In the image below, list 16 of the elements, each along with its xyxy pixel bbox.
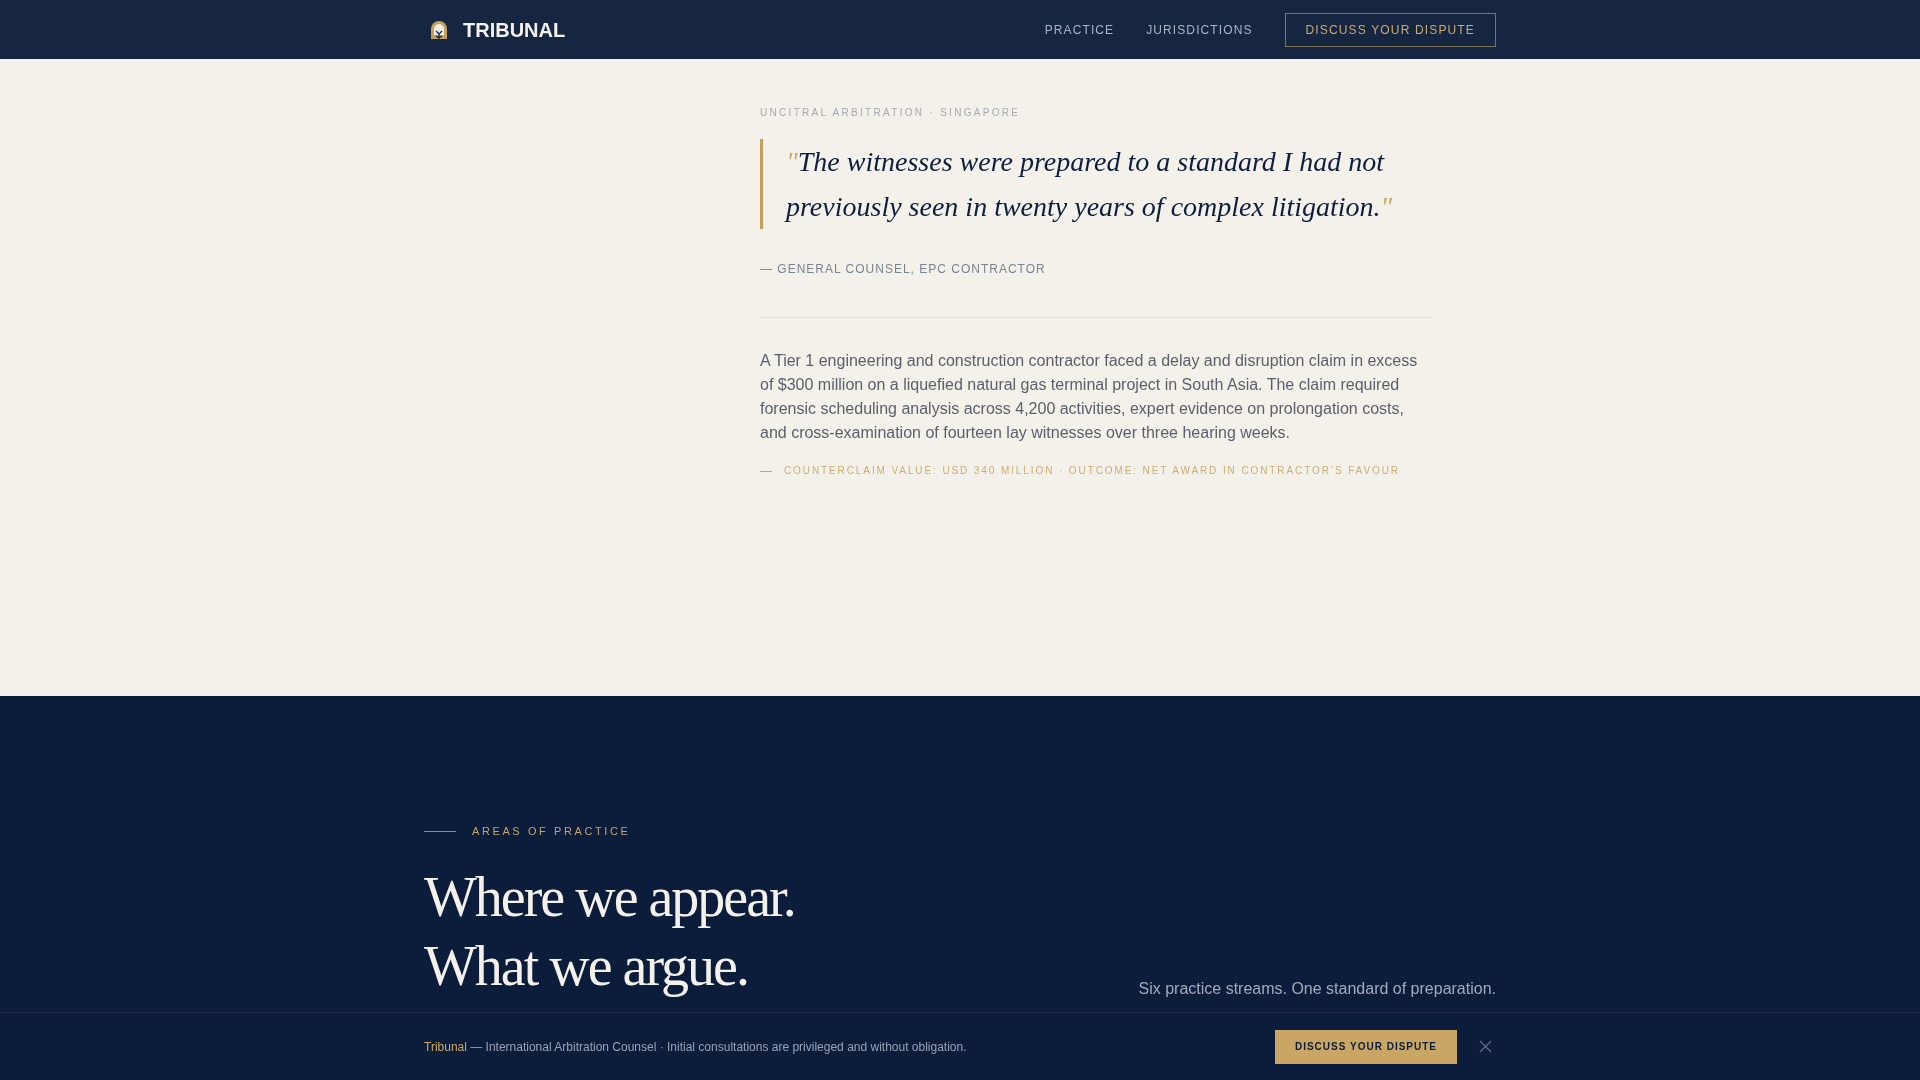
nav-link[interactable]: PRACTICE [1044, 21, 1115, 38]
nav-link[interactable]: JURISDICTIONS [1146, 21, 1253, 38]
brand-name[interactable]: TRIBUNAL [463, 17, 566, 42]
case-summary: A Tier 1 engineering and construction contractor faced a delay and disruption claim in excess of $300 million on a liquefied natural gas terminal project in South Asia. The claim required forensic scheduling analysis across 4,200 activities, expert evidence on prolongation costs, and cross-examination of fourteen lay witnesses over three hearing weeks. [760, 351, 1419, 443]
quote-attribution: — GENERAL COUNSEL, EPC CONTRACTOR [760, 261, 1047, 277]
discuss-dispute-button[interactable]: DISCUSS YOUR DISPUTE [1274, 1029, 1457, 1064]
case-outcome: COUNTERCLAIM VALUE: USD 340 MILLION · OUTCOME: NET AWARD IN CONTRACTOR’S FAVOUR [784, 465, 1400, 477]
notice-text: Tribunal — International Arbitration Counsel · Initial consultations are privileged and without obligation. [424, 1038, 967, 1055]
section-intro: Six practice streams. One standard of preparation. [1138, 979, 1496, 999]
testimonial-quote: "The witnesses were prepared to a standard I had not previously seen in twenty years of complex litigation." [760, 139, 1432, 229]
emblem-icon [430, 19, 448, 40]
section-heading: Where we appear. What we argue. [424, 865, 795, 999]
case-eyebrow: UNCITRAL ARBITRATION · SINGAPORE [760, 107, 1022, 119]
close-icon[interactable] [1479, 1040, 1492, 1053]
discuss-dispute-button[interactable]: DISCUSS YOUR DISPUTE [1284, 12, 1496, 47]
practice-eyebrow: AREAS OF PRACTICE [472, 825, 631, 837]
